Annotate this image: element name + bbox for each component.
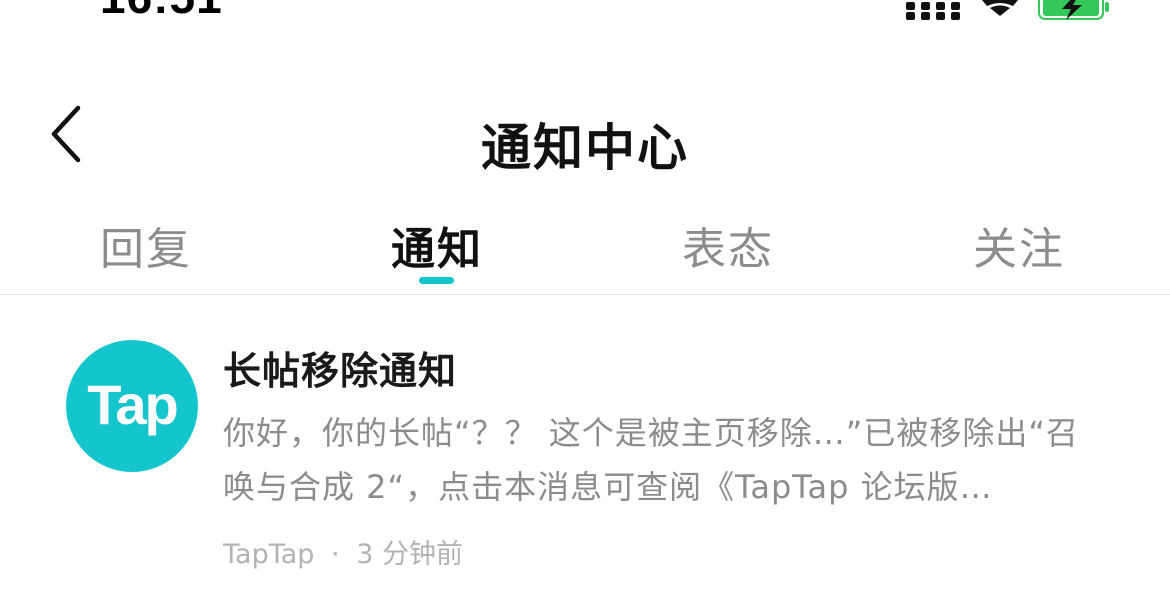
tab-reactions[interactable]: 表态 [628,213,828,277]
tab-bar: 回复 通知 表态 关注 [0,205,1170,295]
tab-divider [0,294,1170,295]
notification-source: TapTap [223,539,315,570]
taptap-avatar[interactable]: Tap [66,340,198,472]
notification-item[interactable]: Tap 长帖移除通知 你好，你的长帖“？？ 这个是被主页移除…”已被移除出“召唤… [0,310,1170,590]
meta-separator: · [331,539,340,570]
notification-title: 长帖移除通知 [223,349,458,393]
tab-follows[interactable]: 关注 [919,213,1119,277]
notification-meta: TapTap · 3 分钟前 [223,532,463,571]
page-title: 通知中心 [481,119,689,177]
notification-time: 3 分钟前 [356,539,463,570]
status-time: 16:51 [100,0,223,24]
taptap-logo-text: Tap [87,373,178,436]
wifi-icon [982,0,1018,16]
nav-bar: 通知中心 [0,90,1170,180]
battery-charging-icon [1038,0,1109,20]
notification-body: 你好，你的长帖“？？ 这个是被主页移除…”已被移除出“召唤与合成 2“，点击本消… [223,414,1079,506]
status-bar: 16:51 [0,0,1170,40]
active-tab-indicator [419,277,454,284]
tab-replies[interactable]: 回复 [46,213,246,277]
tab-notifications[interactable]: 通知 [337,213,537,277]
signal-icon [906,2,960,20]
notification-center-screen: 16:51 通知中心 回复 通知 表态 关 [0,0,1170,601]
